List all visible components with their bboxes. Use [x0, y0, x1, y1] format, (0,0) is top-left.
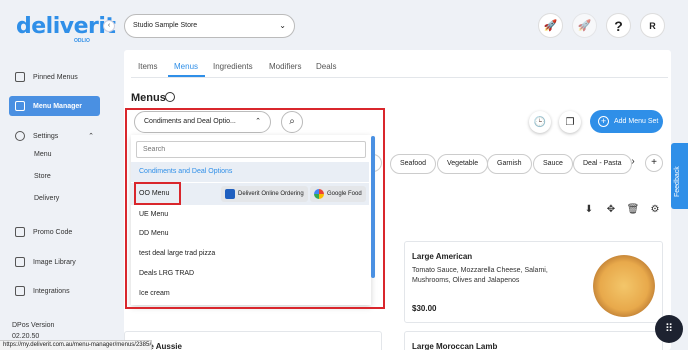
- rocket-icon[interactable]: 🚀: [538, 13, 563, 38]
- add-category-button[interactable]: +: [645, 154, 663, 172]
- trash-icon[interactable]: 🗑: [626, 203, 640, 217]
- chevron-down-icon: ⌄: [279, 21, 286, 30]
- category-chip[interactable]: Garnish: [487, 154, 532, 174]
- chevron-right-icon[interactable]: ›: [624, 154, 642, 172]
- collapse-sidebar-button[interactable]: ‹: [103, 20, 115, 32]
- version-label: DPos Version: [12, 322, 55, 329]
- page-title: Menus: [131, 92, 166, 104]
- gear-icon: [15, 131, 25, 141]
- settings-sub-delivery[interactable]: Delivery: [34, 195, 59, 202]
- category-chip[interactable]: Seafood: [390, 154, 437, 174]
- settings-sub-store[interactable]: Store: [34, 173, 51, 180]
- menu-item-card[interactable]: Large American Tomato Sauce, Mozzarella …: [404, 241, 663, 323]
- card-title: Large American: [412, 252, 473, 261]
- plus-icon: +: [598, 116, 609, 127]
- card-price: $30.00: [412, 304, 437, 313]
- chevron-up-icon: ⌃: [88, 133, 94, 140]
- download-icon[interactable]: ⬇: [582, 203, 596, 217]
- store-select-value: Studio Sample Store: [133, 22, 198, 29]
- pin-icon: [15, 72, 25, 82]
- add-menu-label: Add Menu Set: [614, 118, 659, 125]
- ticket-icon: [15, 227, 25, 237]
- pizza-image: [593, 255, 655, 317]
- sidebar-item-promo-code[interactable]: Promo Code: [9, 222, 100, 242]
- sidebar-item-label: Menu Manager: [33, 102, 83, 110]
- tab-deals[interactable]: Deals: [316, 62, 336, 71]
- menu-item-card[interactable]: Large Aussie: [124, 331, 382, 350]
- sidebar-item-label: Pinned Menus: [33, 73, 78, 81]
- sidebar-item-image-library[interactable]: Image Library: [9, 252, 100, 272]
- status-url: https://my.deliverit.com.au/menu-manager…: [0, 340, 152, 350]
- settings-sub-menu[interactable]: Menu: [34, 151, 52, 158]
- tab-modifiers[interactable]: Modifiers: [269, 62, 301, 71]
- book-icon: [15, 101, 25, 111]
- sidebar-item-label: Image Library: [33, 258, 76, 266]
- highlight-box: [125, 108, 385, 309]
- sidebar-item-label: Promo Code: [33, 228, 73, 236]
- sidebar-item-integrations[interactable]: Integrations: [9, 281, 100, 301]
- tab-ingredients[interactable]: Ingredients: [213, 62, 253, 71]
- move-icon[interactable]: ✥: [604, 203, 618, 217]
- avatar-initial: R: [649, 20, 656, 31]
- card-description: Tomato Sauce, Mozzarella Cheese, Salami,…: [412, 267, 548, 284]
- category-chip[interactable]: Sauce: [533, 154, 573, 174]
- tab-divider: [131, 77, 668, 78]
- sidebar-item-label: Integrations: [33, 287, 70, 295]
- category-chip[interactable]: Deal - Pasta: [573, 154, 632, 174]
- tab-items[interactable]: Items: [138, 62, 158, 71]
- plug-icon: [15, 286, 25, 296]
- sidebar-item-menu-manager[interactable]: Menu Manager: [9, 96, 100, 116]
- feedback-tab[interactable]: Feedback: [671, 143, 688, 209]
- logo-text: deliverit: [16, 14, 116, 39]
- clock-icon[interactable]: 🕒: [529, 111, 551, 133]
- avatar[interactable]: R: [640, 13, 665, 38]
- gear-icon[interactable]: ⚙: [648, 203, 662, 217]
- rocket-badge-icon[interactable]: 🚀: [572, 13, 597, 38]
- sidebar-item-label: Settings: [33, 132, 59, 140]
- info-icon: [165, 92, 175, 102]
- copy-icon[interactable]: ❐: [559, 111, 581, 133]
- logo-subtext: ODLIO: [74, 38, 90, 44]
- add-menu-set-button[interactable]: + Add Menu Set: [590, 110, 663, 133]
- card-title: Large Moroccan Lamb: [412, 342, 498, 350]
- version-number: 02.20.50: [12, 333, 40, 340]
- deliverit-logo[interactable]: deliverit ODLIO: [16, 14, 116, 44]
- image-icon: [15, 257, 25, 267]
- store-select[interactable]: Studio Sample Store ⌄: [124, 14, 295, 38]
- feedback-label: Feedback: [674, 166, 681, 197]
- tab-menus[interactable]: Menus: [174, 62, 198, 71]
- highlight-box: [134, 182, 181, 205]
- help-icon[interactable]: ?: [606, 13, 631, 38]
- chat-icon[interactable]: ⠿: [655, 315, 683, 343]
- menu-item-card[interactable]: Large Moroccan Lamb: [404, 331, 663, 350]
- sidebar-item-pinned-menus[interactable]: Pinned Menus: [9, 67, 100, 87]
- sidebar-item-settings[interactable]: Settings ⌃: [9, 126, 100, 146]
- category-chip[interactable]: Vegetable: [437, 154, 489, 174]
